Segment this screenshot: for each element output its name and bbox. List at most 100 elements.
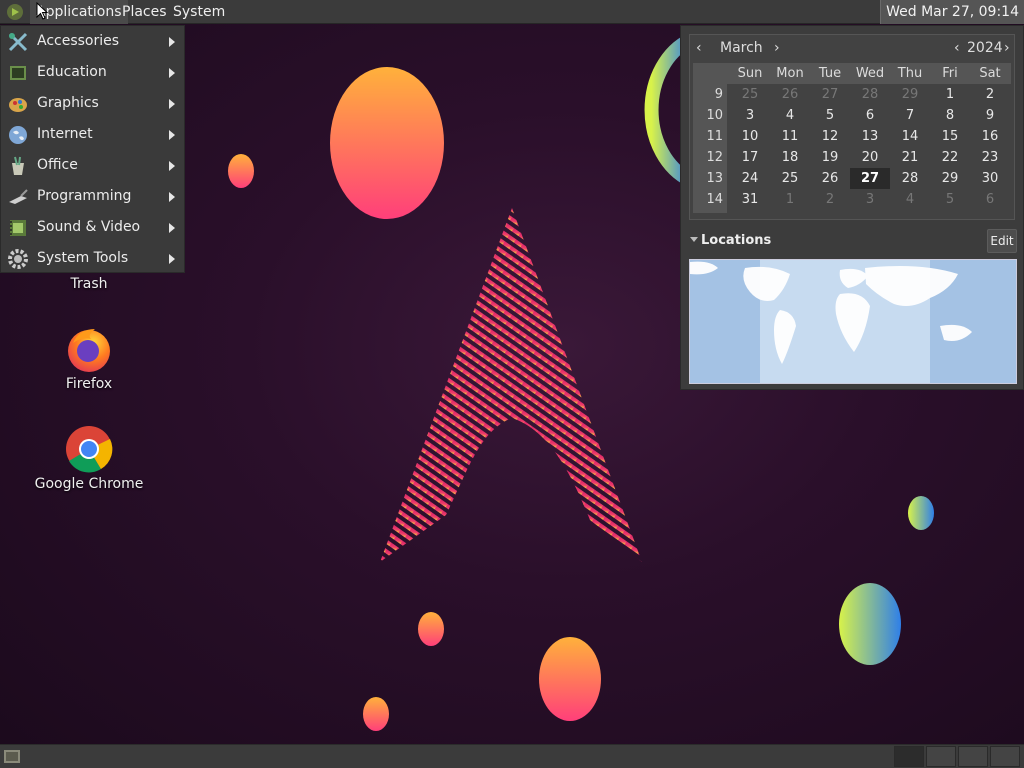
- locations-label: Locations: [701, 233, 772, 248]
- calendar-day[interactable]: 1: [930, 84, 970, 105]
- calendar-day[interactable]: 6: [850, 105, 890, 126]
- arch-menu-icon[interactable]: [6, 3, 24, 21]
- calendar-day[interactable]: 4: [770, 105, 810, 126]
- calendar-year: 2024: [967, 40, 1003, 56]
- chevron-right-icon[interactable]: ›: [1004, 35, 1010, 61]
- calendar-day[interactable]: 16: [970, 126, 1010, 147]
- workspace-2[interactable]: [926, 746, 956, 767]
- chevron-left-icon[interactable]: ‹: [696, 35, 702, 61]
- calendar-day[interactable]: 4: [890, 189, 930, 210]
- calendar-day[interactable]: 6: [970, 189, 1010, 210]
- menu-item-sound-video[interactable]: Sound & Video: [1, 212, 184, 243]
- calendar-day[interactable]: 29: [890, 84, 930, 105]
- weekday-label: Thu: [897, 66, 923, 81]
- calendar-day[interactable]: 2: [810, 189, 850, 210]
- sound-video-icon: [10, 220, 26, 236]
- calendar-day[interactable]: 12: [810, 126, 850, 147]
- week-number: 11: [706, 129, 723, 144]
- workspace-1[interactable]: [894, 746, 924, 767]
- system-tools-icon: [8, 249, 28, 269]
- calendar-day[interactable]: 18: [770, 147, 810, 168]
- calendar-day[interactable]: 23: [970, 147, 1010, 168]
- calendar-day[interactable]: 1: [770, 189, 810, 210]
- weekday-label: Sat: [979, 66, 1001, 81]
- show-desktop-icon[interactable]: [3, 748, 21, 765]
- chrome-icon: [66, 426, 113, 473]
- calendar-day[interactable]: 22: [930, 147, 970, 168]
- weekday-label: Sun: [737, 66, 763, 81]
- wallpaper-bubble: [418, 612, 444, 646]
- calendar-day[interactable]: 27: [810, 84, 850, 105]
- chevron-right-icon: [169, 99, 175, 109]
- calendar-day[interactable]: 8: [930, 105, 970, 126]
- edit-button[interactable]: Edit: [987, 229, 1017, 253]
- calendar-day[interactable]: 29: [930, 168, 970, 189]
- wallpaper-bubble: [228, 154, 254, 188]
- calendar-day[interactable]: 28: [890, 168, 930, 189]
- weekday-label: Wed: [855, 66, 885, 81]
- calendar-day[interactable]: 10: [730, 126, 770, 147]
- weekday-label: Fri: [942, 66, 958, 81]
- calendar-day[interactable]: 14: [890, 126, 930, 147]
- calendar-grid: Sun Mon Tue Wed Thu Fri Sat 9 25 26 27 28 29 1 2 10 3 4 5 6…: [693, 63, 1011, 213]
- calendar-day[interactable]: 5: [930, 189, 970, 210]
- calendar-day[interactable]: 24: [730, 168, 770, 189]
- calendar-day[interactable]: 20: [850, 147, 890, 168]
- menu-item-accessories[interactable]: Accessories: [1, 26, 184, 57]
- calendar-day[interactable]: 19: [810, 147, 850, 168]
- clock[interactable]: Wed Mar 27, 09:14: [880, 0, 1024, 24]
- menu-item-label: System Tools: [37, 250, 129, 266]
- chevron-left-icon[interactable]: ‹: [954, 35, 960, 61]
- menu-item-label: Office: [37, 157, 78, 173]
- calendar-month: March: [720, 40, 763, 56]
- calendar-day[interactable]: 17: [730, 147, 770, 168]
- calendar-day[interactable]: 7: [890, 105, 930, 126]
- calendar-day[interactable]: 15: [930, 126, 970, 147]
- programming-icon: [9, 189, 28, 204]
- calendar-day[interactable]: 25: [730, 84, 770, 105]
- calendar-day[interactable]: 21: [890, 147, 930, 168]
- calendar-day[interactable]: 26: [770, 84, 810, 105]
- calendar-day[interactable]: 3: [850, 189, 890, 210]
- wallpaper-bubble: [363, 697, 389, 731]
- calendar-day[interactable]: 13: [850, 126, 890, 147]
- menu-item-internet[interactable]: Internet: [1, 119, 184, 150]
- internet-icon: [9, 126, 27, 144]
- bottom-panel: [0, 744, 1024, 768]
- calendar-day[interactable]: 5: [810, 105, 850, 126]
- desktop-icon-label: Firefox: [65, 376, 113, 392]
- chevron-right-icon[interactable]: ›: [774, 35, 780, 61]
- accessories-icon: [8, 32, 28, 52]
- expander-arrow-icon[interactable]: [690, 237, 698, 242]
- desktop-icon-label: Trash: [70, 276, 108, 292]
- calendar-day[interactable]: 30: [970, 168, 1010, 189]
- wallpaper-bubble: [539, 637, 601, 721]
- calendar-day[interactable]: 31: [730, 189, 770, 210]
- workspace-4[interactable]: [990, 746, 1020, 767]
- graphics-icon: [9, 98, 27, 112]
- chevron-right-icon: [169, 68, 175, 78]
- calendar-day[interactable]: 25: [770, 168, 810, 189]
- week-number: 9: [714, 87, 723, 102]
- menu-item-graphics[interactable]: Graphics: [1, 88, 184, 119]
- menu-item-office[interactable]: Office: [1, 150, 184, 181]
- calendar-day[interactable]: 2: [970, 84, 1010, 105]
- locations-header: Locations Edit: [689, 229, 1017, 253]
- chevron-right-icon: [169, 161, 175, 171]
- calendar-day[interactable]: 9: [970, 105, 1010, 126]
- desktop-icon-trash[interactable]: Trash: [34, 276, 144, 292]
- calendar-day[interactable]: 11: [770, 126, 810, 147]
- calendar-day-today[interactable]: 27: [850, 168, 890, 189]
- menu-item-system-tools[interactable]: System Tools: [1, 243, 184, 274]
- week-number: 10: [706, 108, 723, 123]
- system-menu[interactable]: System: [167, 0, 231, 24]
- workspace-3[interactable]: [958, 746, 988, 767]
- calendar-day[interactable]: 3: [730, 105, 770, 126]
- desktop-icon-firefox[interactable]: Firefox: [34, 325, 144, 392]
- desktop-icon-chrome[interactable]: Google Chrome: [34, 425, 144, 492]
- menu-item-programming[interactable]: Programming: [1, 181, 184, 212]
- menu-item-education[interactable]: Education: [1, 57, 184, 88]
- calendar-day[interactable]: 26: [810, 168, 850, 189]
- calendar-day[interactable]: 28: [850, 84, 890, 105]
- places-menu[interactable]: Places: [116, 0, 173, 24]
